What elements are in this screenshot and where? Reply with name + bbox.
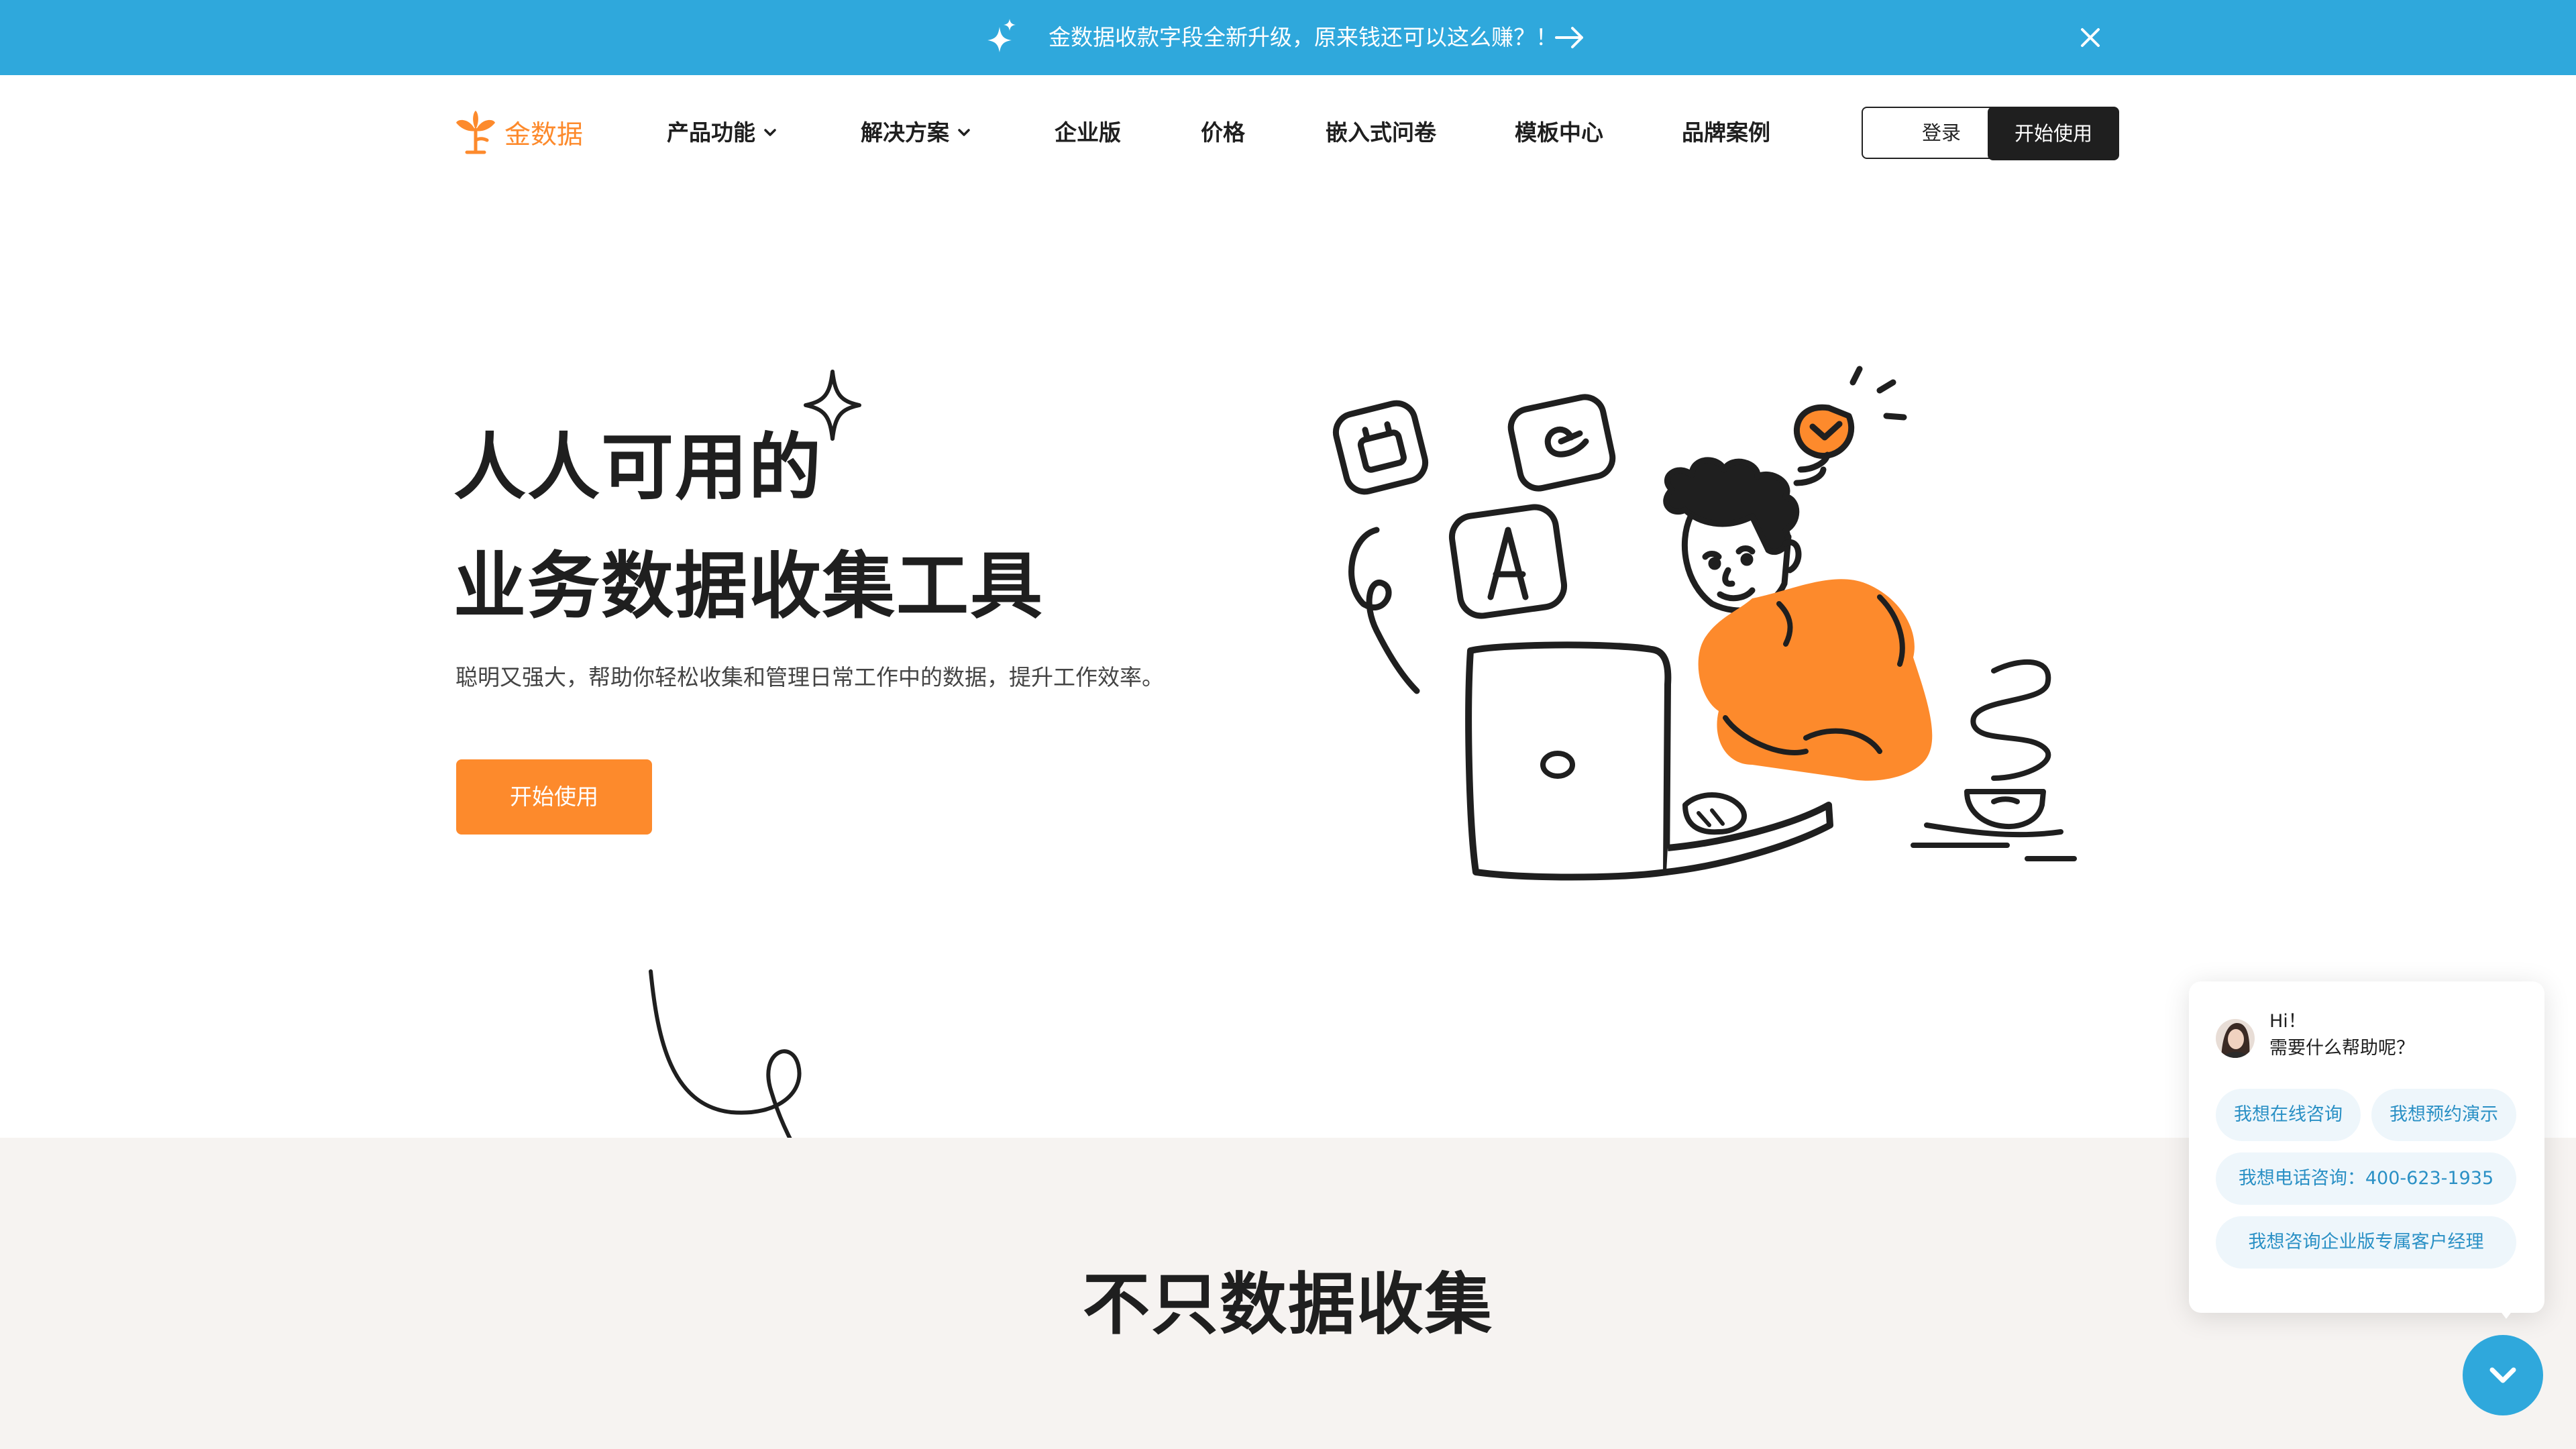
close-icon[interactable] (2078, 25, 2102, 50)
nav-item-label: 价格 (1201, 119, 1245, 146)
nav-item-label: 企业版 (1055, 119, 1121, 146)
hero-title-line2: 业务数据收集工具 (453, 545, 1044, 629)
nav-item-templates[interactable]: 模板中心 (1515, 115, 1603, 150)
chat-option-online[interactable]: 我想在线咨询 (2216, 1089, 2361, 1141)
nav-item-label: 品牌案例 (1682, 119, 1770, 146)
nav-item-solutions[interactable]: 解决方案 (861, 115, 972, 150)
chat-option-enterprise-manager[interactable]: 我想咨询企业版专属客户经理 (2216, 1216, 2516, 1269)
chat-option-phone[interactable]: 我想电话咨询：400-623-1935 (2216, 1152, 2516, 1205)
nav-item-label: 产品功能 (667, 119, 755, 146)
chat-toggle-button[interactable] (2463, 1335, 2543, 1415)
nav-item-label: 解决方案 (861, 119, 949, 146)
person-laptop-illustration (1332, 366, 2077, 881)
nav-item-label: 嵌入式问卷 (1326, 119, 1436, 146)
sparkle-icon (987, 19, 1016, 52)
agent-avatar-icon (2216, 1019, 2255, 1058)
logo-icon (456, 111, 495, 154)
arrow-right-icon[interactable] (1555, 24, 1585, 51)
nav-item-label: 模板中心 (1515, 119, 1603, 146)
chevron-down-icon (2489, 1367, 2516, 1383)
sparkle-icon (804, 370, 861, 441)
brand-logo[interactable]: 金数据 (455, 107, 583, 158)
nav-item-enterprise[interactable]: 企业版 (1055, 115, 1121, 150)
nav-item-embedded-survey[interactable]: 嵌入式问卷 (1326, 115, 1436, 150)
chevron-down-icon (764, 129, 776, 136)
start-button[interactable]: 开始使用 (1988, 107, 2119, 160)
chat-option-demo[interactable]: 我想预约演示 (2371, 1089, 2516, 1141)
avatar (2216, 1019, 2255, 1058)
brand-name: 金数据 (504, 120, 584, 150)
hero-subtitle: 聪明又强大，帮助你轻松收集和管理日常工作中的数据，提升工作效率。 (455, 664, 1164, 690)
chevron-down-icon (958, 129, 970, 136)
chat-greeting-line2: 需要什么帮助呢？ (2269, 1038, 2414, 1059)
chat-tail (2493, 1301, 2520, 1319)
nav-item-product[interactable]: 产品功能 (667, 115, 778, 150)
chat-greeting-line1: Hi！ (2269, 1011, 2306, 1032)
announcement-text[interactable]: 金数据收款字段全新升级，原来钱还可以这么赚？！ (1049, 21, 1558, 54)
nav-item-pricing[interactable]: 价格 (1201, 115, 1245, 150)
chat-greeting: Hi！ 需要什么帮助呢？ (2269, 1008, 2414, 1062)
nav-item-cases[interactable]: 品牌案例 (1682, 115, 1770, 150)
hero-title-line1: 人人可用的 (453, 426, 823, 510)
announcement-bar: 金数据收款字段全新升级，原来钱还可以这么赚？！ (0, 0, 2576, 75)
hero-start-button[interactable]: 开始使用 (456, 759, 652, 835)
chat-widget: Hi！ 需要什么帮助呢？ 我想在线咨询 我想预约演示 我想电话咨询：400-62… (2189, 981, 2544, 1313)
